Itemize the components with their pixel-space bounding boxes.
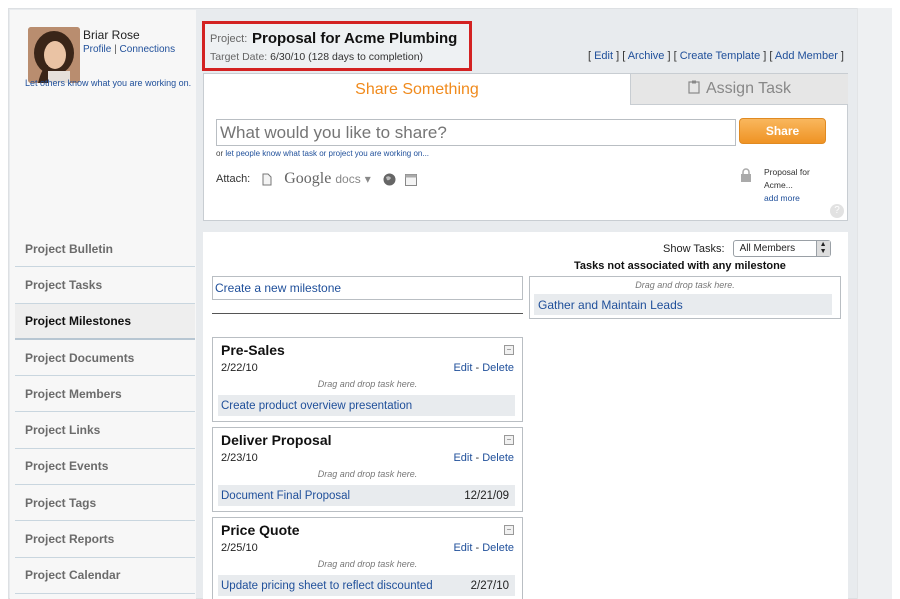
attach-row: Attach: Google docs ▾ <box>216 170 417 188</box>
milestone-actions: Edit - Delete <box>453 542 514 554</box>
share-hint: or let people know what task or project … <box>216 149 429 158</box>
create-milestone-link[interactable]: Create a new milestone <box>212 276 523 300</box>
milestone-actions: Edit - Delete <box>453 362 514 374</box>
delete-milestone-link[interactable]: Delete <box>482 452 514 464</box>
collapse-icon[interactable]: − <box>504 345 514 355</box>
milestone-task[interactable]: Update pricing sheet to reflect discount… <box>218 575 515 596</box>
milestone-board: Show Tasks: All Members ▲ ▼ Tasks not ass… <box>203 232 848 599</box>
docs-label: docs <box>335 172 361 186</box>
project-header: Project: Proposal for Acme Plumbing Targ… <box>202 21 472 71</box>
sidebar-item-project-events[interactable]: Project Events <box>15 449 195 486</box>
avatar[interactable] <box>28 27 80 83</box>
show-tasks-label: Show Tasks: <box>663 242 725 255</box>
globe-icon[interactable] <box>383 173 396 186</box>
milestone-title: Pre-Sales <box>221 342 285 358</box>
edit-milestone-link[interactable]: Edit <box>453 542 472 554</box>
milestone-card: Deliver Proposal − 2/23/10 Edit - Delete Dra… <box>212 427 523 512</box>
share-input[interactable] <box>216 119 736 146</box>
milestone-card: Pre-Sales − 2/22/10 Edit - Delete Drag and d… <box>212 337 523 422</box>
divider <box>212 313 523 314</box>
task-title: Update pricing sheet to reflect discount… <box>221 579 433 592</box>
target-date-label: Target Date: <box>210 51 268 63</box>
tab-assign-task[interactable]: Assign Task <box>630 74 848 105</box>
share-panel: Share Something Assign Task Share or let… <box>203 73 848 221</box>
clipboard-icon <box>688 80 700 99</box>
milestone-task[interactable]: Document Final Proposal 12/21/09 <box>218 485 515 506</box>
sidebar-item-project-links[interactable]: Project Links <box>15 412 195 449</box>
drop-hint: Drag and drop task here. <box>317 379 418 389</box>
select-arrows-icon: ▲ ▼ <box>815 241 830 256</box>
google-docs-button[interactable]: Google docs ▾ <box>284 170 371 188</box>
right-scroll-strip <box>857 8 892 599</box>
member-select[interactable]: All Members ▲ ▼ <box>732 240 831 257</box>
edit-milestone-link[interactable]: Edit <box>453 362 472 374</box>
project-actions: [ Edit ] [ Archive ] [ Create Template ]… <box>587 50 844 62</box>
caret-down-icon: ▾ <box>364 172 371 186</box>
project-title: Proposal for Acme Plumbing <box>252 30 458 47</box>
project-nav: Project Bulletin Project Tasks Project Mil… <box>15 231 195 594</box>
tab-assign-label: Assign Task <box>705 80 792 97</box>
link-separator: | <box>114 44 117 55</box>
milestone-date: 2/22/10 <box>221 362 258 374</box>
drop-hint: Drag and drop task here. <box>635 280 735 290</box>
share-hint-prefix: or <box>216 149 224 158</box>
add-member-link[interactable]: Add Member <box>775 50 838 62</box>
unassociated-dropzone[interactable]: Drag and drop task here. Gather and Main… <box>529 276 841 319</box>
privacy-line-2: Acme... <box>764 180 793 190</box>
status-hint-link[interactable]: Let others know what you are working on. <box>25 78 191 88</box>
task-due-date: 2/27/10 <box>470 579 509 592</box>
collapse-icon[interactable]: − <box>504 435 514 445</box>
collapse-icon[interactable]: − <box>504 525 514 535</box>
privacy-scope: Proposal for Acme... add more <box>764 166 824 205</box>
sidebar-item-project-tags[interactable]: Project Tags <box>15 485 195 522</box>
privacy-line-1: Proposal for <box>764 167 810 177</box>
delete-milestone-link[interactable]: Delete <box>482 362 514 374</box>
show-tasks-filter: Show Tasks: All Members ▲ ▼ <box>663 240 831 257</box>
document-icon[interactable] <box>262 173 272 186</box>
sidebar-item-project-reports[interactable]: Project Reports <box>15 521 195 558</box>
tab-share-something[interactable]: Share Something <box>204 74 630 105</box>
help-icon[interactable]: ? <box>830 204 844 218</box>
member-select-value: All Members <box>739 243 796 254</box>
sidebar-item-project-documents[interactable]: Project Documents <box>15 340 195 377</box>
create-template-link[interactable]: Create Template <box>680 50 761 62</box>
target-date-value: 6/30/10 (128 days to completion) <box>270 51 424 63</box>
user-name: Briar Rose <box>83 28 140 42</box>
lock-icon <box>740 168 752 185</box>
project-label: Project: <box>210 33 248 45</box>
unassociated-task[interactable]: Gather and Maintain Leads <box>534 294 832 315</box>
sidebar-item-project-members[interactable]: Project Members <box>15 376 195 413</box>
milestone-title: Price Quote <box>221 522 300 538</box>
profile-link[interactable]: Profile <box>83 44 111 55</box>
attach-label: Attach: <box>216 173 251 185</box>
sidebar-item-project-tasks[interactable]: Project Tasks <box>15 267 195 304</box>
task-due-date: 12/21/09 <box>464 489 509 502</box>
unassociated-title: Tasks not associated with any milestone <box>574 260 786 272</box>
drop-hint: Drag and drop task here. <box>317 559 418 569</box>
milestone-task[interactable]: Create product overview presentation <box>218 395 515 416</box>
milestone-actions: Edit - Delete <box>453 452 514 464</box>
milestone-date: 2/23/10 <box>221 452 258 464</box>
share-button[interactable]: Share <box>739 118 826 144</box>
edit-project-link[interactable]: Edit <box>594 50 613 62</box>
user-links: Profile | Connections <box>83 44 175 55</box>
connections-link[interactable]: Connections <box>120 44 176 55</box>
milestone-date: 2/25/10 <box>221 542 258 554</box>
add-more-link[interactable]: add more <box>764 192 824 205</box>
delete-milestone-link[interactable]: Delete <box>482 542 514 554</box>
working-on-link[interactable]: let people know what task or project you… <box>225 149 429 158</box>
archive-project-link[interactable]: Archive <box>628 50 665 62</box>
target-date: Target Date: 6/30/10 (128 days to comple… <box>210 51 423 63</box>
task-title: Document Final Proposal <box>221 489 351 502</box>
sidebar-item-project-bulletin[interactable]: Project Bulletin <box>15 231 195 268</box>
milestone-card: Price Quote − 2/25/10 Edit - Delete Drag and… <box>212 517 523 599</box>
sidebar-item-project-calendar[interactable]: Project Calendar <box>15 558 195 594</box>
google-label: Google <box>284 170 332 187</box>
milestone-title: Deliver Proposal <box>221 432 332 448</box>
edit-milestone-link[interactable]: Edit <box>453 452 472 464</box>
calendar-icon[interactable] <box>404 173 417 186</box>
drop-hint: Drag and drop task here. <box>317 469 418 479</box>
task-title: Create product overview presentation <box>221 399 413 412</box>
sidebar-item-project-milestones[interactable]: Project Milestones <box>15 303 195 340</box>
